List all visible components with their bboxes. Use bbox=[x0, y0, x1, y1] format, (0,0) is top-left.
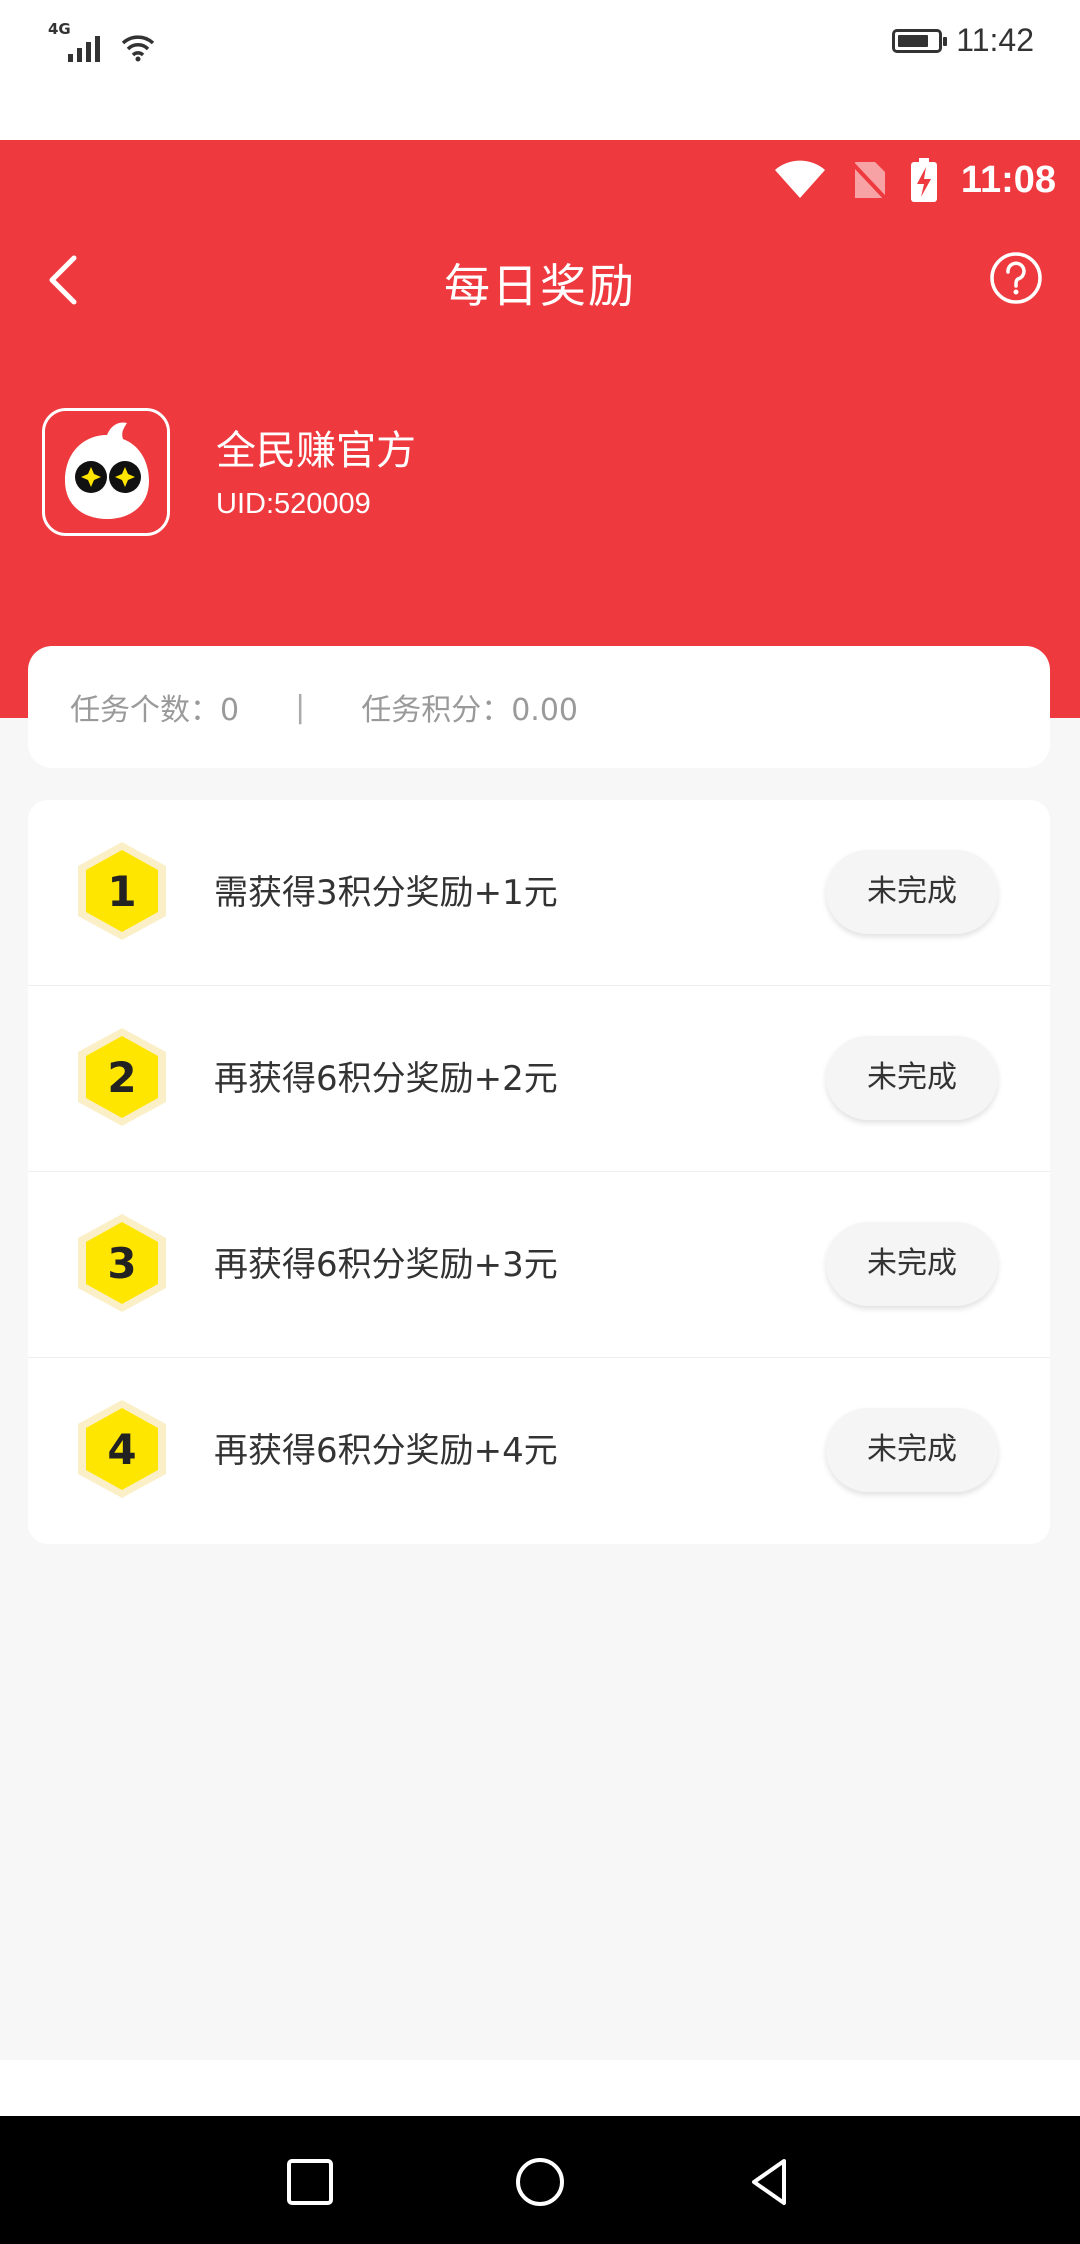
task-item: 2 再获得6积分奖励+2元 未完成 bbox=[28, 986, 1050, 1172]
signal-bars-icon bbox=[68, 36, 100, 62]
nav-bar: 每日奖励 bbox=[0, 220, 1080, 340]
bottom-spacer bbox=[0, 2060, 1080, 2116]
battery-icon bbox=[892, 28, 948, 53]
task-status-button[interactable]: 未完成 bbox=[826, 850, 998, 934]
home-icon[interactable] bbox=[514, 2156, 566, 2208]
task-summary-card: 任务个数：0 | 任务积分：0.00 bbox=[28, 646, 1050, 768]
task-label: 再获得6积分奖励+2元 bbox=[214, 1059, 558, 1099]
task-count: 任务个数：0 bbox=[70, 693, 240, 728]
network-type: 4G bbox=[48, 20, 71, 38]
level-badge-icon: 2 bbox=[78, 1028, 166, 1126]
task-item: 3 再获得6积分奖励+3元 未完成 bbox=[28, 1172, 1050, 1358]
battery-charging-icon bbox=[910, 158, 937, 202]
badge-number: 1 bbox=[107, 867, 136, 916]
page-title: 每日奖励 bbox=[444, 259, 636, 313]
wifi-icon bbox=[774, 160, 825, 198]
header: 11:08 每日奖励 全民赚官方 UID:520009 bbox=[0, 140, 1080, 718]
task-label: 再获得6积分奖励+4元 bbox=[214, 1431, 558, 1471]
signal-indicator: 4G bbox=[46, 20, 156, 62]
badge-number: 4 bbox=[107, 1425, 136, 1474]
system-nav-bar bbox=[0, 2116, 1080, 2244]
level-badge-icon: 3 bbox=[78, 1214, 166, 1312]
back-triangle-icon[interactable] bbox=[744, 2156, 796, 2208]
task-item: 1 需获得3积分奖励+1元 未完成 bbox=[28, 800, 1050, 986]
profile-uid: UID:520009 bbox=[216, 488, 371, 520]
level-badge-icon: 4 bbox=[78, 1400, 166, 1498]
wifi-icon bbox=[121, 35, 155, 62]
task-status-button[interactable]: 未完成 bbox=[826, 1036, 998, 1120]
system-status-bar: 4G 11:42 bbox=[0, 0, 1080, 140]
recent-apps-icon[interactable] bbox=[284, 2156, 336, 2208]
task-points: 任务积分：0.00 bbox=[361, 693, 578, 728]
task-list: 1 需获得3积分奖励+1元 未完成 2 再获得6积分奖励+2元 未完成 3 再获… bbox=[28, 800, 1050, 1544]
system-time: 11:42 bbox=[956, 22, 1034, 58]
mascot-logo-icon bbox=[45, 411, 167, 533]
task-status-button[interactable]: 未完成 bbox=[826, 1222, 998, 1306]
badge-number: 3 bbox=[107, 1239, 136, 1288]
level-badge-icon: 1 bbox=[78, 842, 166, 940]
task-status-button[interactable]: 未完成 bbox=[826, 1408, 998, 1492]
no-sim-icon bbox=[851, 162, 887, 200]
app-status-time: 11:08 bbox=[960, 158, 1056, 201]
task-label: 需获得3积分奖励+1元 bbox=[214, 873, 558, 913]
help-icon[interactable] bbox=[988, 250, 1044, 306]
app-logo bbox=[42, 408, 170, 536]
app-status-bar: 11:08 bbox=[773, 150, 1056, 210]
summary-separator: | bbox=[295, 689, 306, 725]
profile-name: 全民赚官方 bbox=[216, 428, 416, 474]
badge-number: 2 bbox=[107, 1053, 136, 1102]
task-label: 再获得6积分奖励+3元 bbox=[214, 1245, 558, 1285]
task-item: 4 再获得6积分奖励+4元 未完成 bbox=[28, 1358, 1050, 1544]
